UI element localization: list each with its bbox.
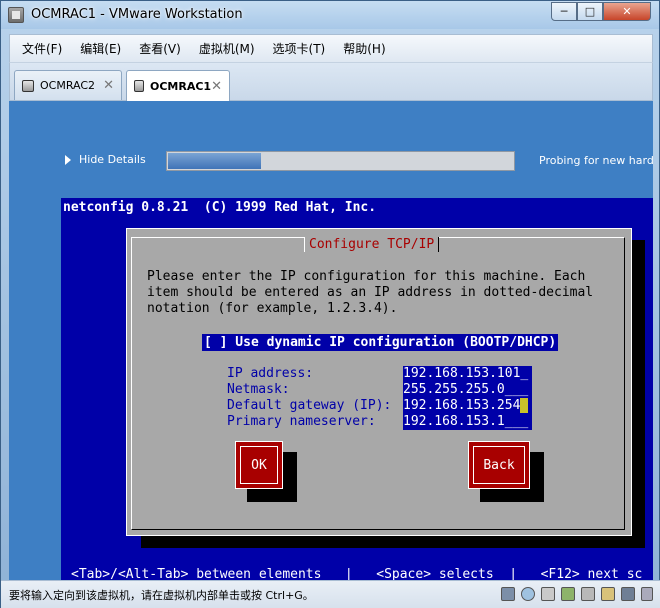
close-button[interactable]: ✕ <box>603 2 651 21</box>
dialog-title: Configure TCP/IP <box>304 237 440 252</box>
default-gateway-label: Default gateway (IP): <box>227 398 392 413</box>
menu-tabs[interactable]: 选项卡(T) <box>261 40 332 57</box>
tab-close-icon[interactable]: ✕ <box>103 78 114 93</box>
text-console: netconfig 0.8.21 (C) 1999 Red Hat, Inc. … <box>61 198 653 580</box>
progress-fill <box>168 153 261 169</box>
cd-drive-icon[interactable] <box>521 587 535 601</box>
ip-address-input[interactable]: 192.168.153.101_ <box>403 366 532 382</box>
triangle-right-icon <box>65 154 71 165</box>
gateway-value: 192.168.153.254 <box>403 398 521 413</box>
hide-details-toggle[interactable]: Hide Details <box>65 153 146 166</box>
ok-button[interactable]: OK <box>235 441 283 489</box>
tab-ocmrac1[interactable]: OCMRAC1 ✕ <box>126 70 230 101</box>
tab-close-icon[interactable]: ✕ <box>211 79 222 94</box>
vmware-window: OCMRAC1 - VMware Workstation ─ □ ✕ 文件(F)… <box>0 0 660 608</box>
menu-vm[interactable]: 虚拟机(M) <box>187 40 261 57</box>
text-cursor <box>520 398 529 413</box>
vmware-app-icon <box>8 7 24 23</box>
tab-bar: OCMRAC2 ✕ OCMRAC1 ✕ <box>9 62 653 101</box>
tab-label: OCMRAC2 <box>40 79 96 92</box>
configure-tcpip-dialog: Configure TCP/IP Please enter the IP con… <box>126 228 632 536</box>
progress-status-text: Probing for new hardwa <box>539 154 653 167</box>
back-button-label: Back <box>473 446 525 484</box>
hide-details-label: Hide Details <box>79 153 146 166</box>
vm-icon <box>134 80 144 92</box>
dialog-frame: Configure TCP/IP Please enter the IP con… <box>131 237 625 530</box>
minimize-button[interactable]: ─ <box>551 2 577 21</box>
usb-icon[interactable] <box>581 587 595 601</box>
ok-button-label: OK <box>240 446 278 484</box>
tab-ocmrac2[interactable]: OCMRAC2 ✕ <box>14 70 122 100</box>
back-button[interactable]: Back <box>468 441 530 489</box>
install-progress-bar <box>166 151 515 171</box>
menu-bar: 文件(F) 编辑(E) 查看(V) 虚拟机(M) 选项卡(T) 帮助(H) <box>9 34 653 62</box>
network-adapter-icon[interactable] <box>561 587 575 601</box>
maximize-button[interactable]: □ <box>577 2 603 21</box>
menu-edit[interactable]: 编辑(E) <box>68 40 127 57</box>
title-bar[interactable]: OCMRAC1 - VMware Workstation ─ □ ✕ <box>1 1 659 29</box>
dialog-intro-text: Please enter the IP configuration for th… <box>147 269 594 316</box>
dhcp-checkbox[interactable]: [ ] Use dynamic IP configuration (BOOTP/… <box>202 334 559 351</box>
menu-help[interactable]: 帮助(H) <box>331 40 391 57</box>
message-icon[interactable] <box>641 587 653 601</box>
window-title: OCMRAC1 - VMware Workstation <box>31 7 243 22</box>
floppy-icon[interactable] <box>541 587 555 601</box>
sound-icon[interactable] <box>601 587 615 601</box>
console-header: netconfig 0.8.21 (C) 1999 Red Hat, Inc. <box>63 200 377 215</box>
status-text: 要将输入定向到该虚拟机，请在虚拟机内部单击或按 Ctrl+G。 <box>9 589 314 602</box>
menu-file[interactable]: 文件(F) <box>10 40 68 57</box>
menu-view[interactable]: 查看(V) <box>127 40 187 57</box>
ip-address-label: IP address: <box>227 366 314 381</box>
primary-nameserver-input[interactable]: 192.168.153.1___ <box>403 414 532 430</box>
default-gateway-input[interactable]: 192.168.153.254 <box>403 398 532 414</box>
primary-nameserver-label: Primary nameserver: <box>227 414 376 429</box>
display-icon[interactable] <box>621 587 635 601</box>
vm-screen[interactable]: Hide Details Probing for new hardwa netc… <box>9 101 653 580</box>
vm-icon <box>22 79 34 92</box>
netmask-input[interactable]: 255.255.255.0___ <box>403 382 532 398</box>
netmask-label: Netmask: <box>227 382 290 397</box>
status-bar: 要将输入定向到该虚拟机，请在虚拟机内部单击或按 Ctrl+G。 <box>1 580 660 608</box>
console-help-line: <Tab>/<Alt-Tab> between elements | <Spac… <box>71 567 643 580</box>
tab-label: OCMRAC1 <box>150 79 212 93</box>
hard-disk-icon[interactable] <box>501 587 515 601</box>
